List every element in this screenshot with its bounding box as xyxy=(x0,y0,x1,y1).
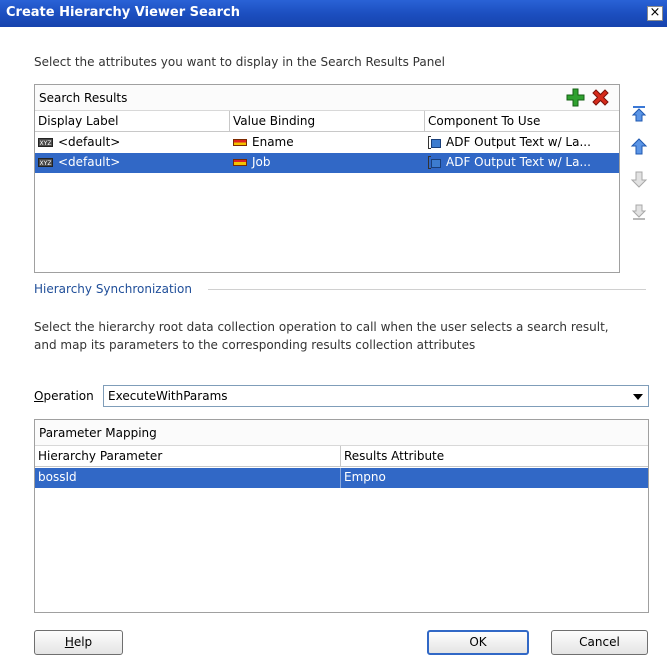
help-button[interactable]: Help xyxy=(34,630,123,655)
attribute-icon: XYZ xyxy=(38,138,53,147)
parameter-cell: bossId xyxy=(35,468,341,488)
display-label-value: <default> xyxy=(58,155,121,169)
close-button[interactable]: × xyxy=(647,6,663,21)
instruction-text: Select the attributes you want to displa… xyxy=(34,55,446,69)
move-down-icon[interactable] xyxy=(630,170,648,188)
ok-button[interactable]: OK xyxy=(427,630,529,655)
component-cell: ADF Output Text w/ La... xyxy=(425,133,619,153)
title-bar: Create Hierarchy Viewer Search × xyxy=(0,0,667,27)
value-binding-value: Ename xyxy=(252,135,294,149)
column-header-hierarchy-parameter[interactable]: Hierarchy Parameter xyxy=(35,446,341,467)
component-cell: ADF Output Text w/ La... xyxy=(425,153,619,173)
table-row[interactable]: bossId Empno xyxy=(35,468,648,488)
display-label-value: <default> xyxy=(58,135,121,149)
close-icon: × xyxy=(649,5,661,20)
operation-label: Operation xyxy=(34,389,94,403)
description-text: Select the hierarchy root data collectio… xyxy=(34,318,654,354)
column-header-results-attribute[interactable]: Results Attribute xyxy=(341,446,648,467)
value-binding-cell: Job xyxy=(230,153,425,173)
move-to-bottom-icon[interactable] xyxy=(630,203,648,221)
parameter-mapping-panel: Parameter Mapping Hierarchy Parameter Re… xyxy=(34,419,649,613)
column-header-display-label[interactable]: Display Label xyxy=(35,111,230,132)
binding-icon xyxy=(233,139,247,146)
output-text-icon xyxy=(428,156,442,169)
parameter-mapping-title: Parameter Mapping xyxy=(39,426,157,440)
column-header-value-binding[interactable]: Value Binding xyxy=(230,111,425,132)
parameter-mapping-header: Parameter Mapping xyxy=(35,420,648,446)
add-icon[interactable] xyxy=(566,88,585,107)
value-binding-cell: Ename xyxy=(230,133,425,153)
chevron-down-icon[interactable] xyxy=(633,394,643,400)
cancel-button[interactable]: Cancel xyxy=(551,630,648,655)
section-divider xyxy=(208,289,646,290)
search-results-header: Search Results xyxy=(35,85,619,111)
delete-icon[interactable] xyxy=(591,88,610,107)
table-row[interactable]: XYZ <default> Job ADF Output Text w/ La..… xyxy=(35,153,619,173)
description-line-1: Select the hierarchy root data collectio… xyxy=(34,320,609,334)
move-up-icon[interactable] xyxy=(630,138,648,156)
binding-icon xyxy=(233,159,247,166)
column-header-component[interactable]: Component To Use xyxy=(425,111,619,132)
display-label-cell: XYZ <default> xyxy=(35,153,230,173)
display-label-cell: XYZ <default> xyxy=(35,133,230,153)
move-to-top-icon[interactable] xyxy=(630,105,648,123)
table-row[interactable]: XYZ <default> Ename ADF Output Text w/ La… xyxy=(35,133,619,153)
dialog-title: Create Hierarchy Viewer Search xyxy=(6,5,240,20)
attribute-icon: XYZ xyxy=(38,158,53,167)
operation-value: ExecuteWithParams xyxy=(108,389,228,403)
component-value: ADF Output Text w/ La... xyxy=(446,135,591,149)
search-results-panel: Search Results Display Label Value Bindi… xyxy=(34,84,620,273)
value-binding-value: Job xyxy=(252,155,271,169)
attribute-cell[interactable]: Empno xyxy=(341,468,648,488)
description-line-2: and map its parameters to the correspond… xyxy=(34,338,476,352)
section-title: Hierarchy Synchronization xyxy=(34,282,192,296)
component-value: ADF Output Text w/ La... xyxy=(446,155,591,169)
search-results-title: Search Results xyxy=(39,91,128,105)
output-text-icon xyxy=(428,136,442,149)
operation-select[interactable]: ExecuteWithParams xyxy=(103,385,649,407)
